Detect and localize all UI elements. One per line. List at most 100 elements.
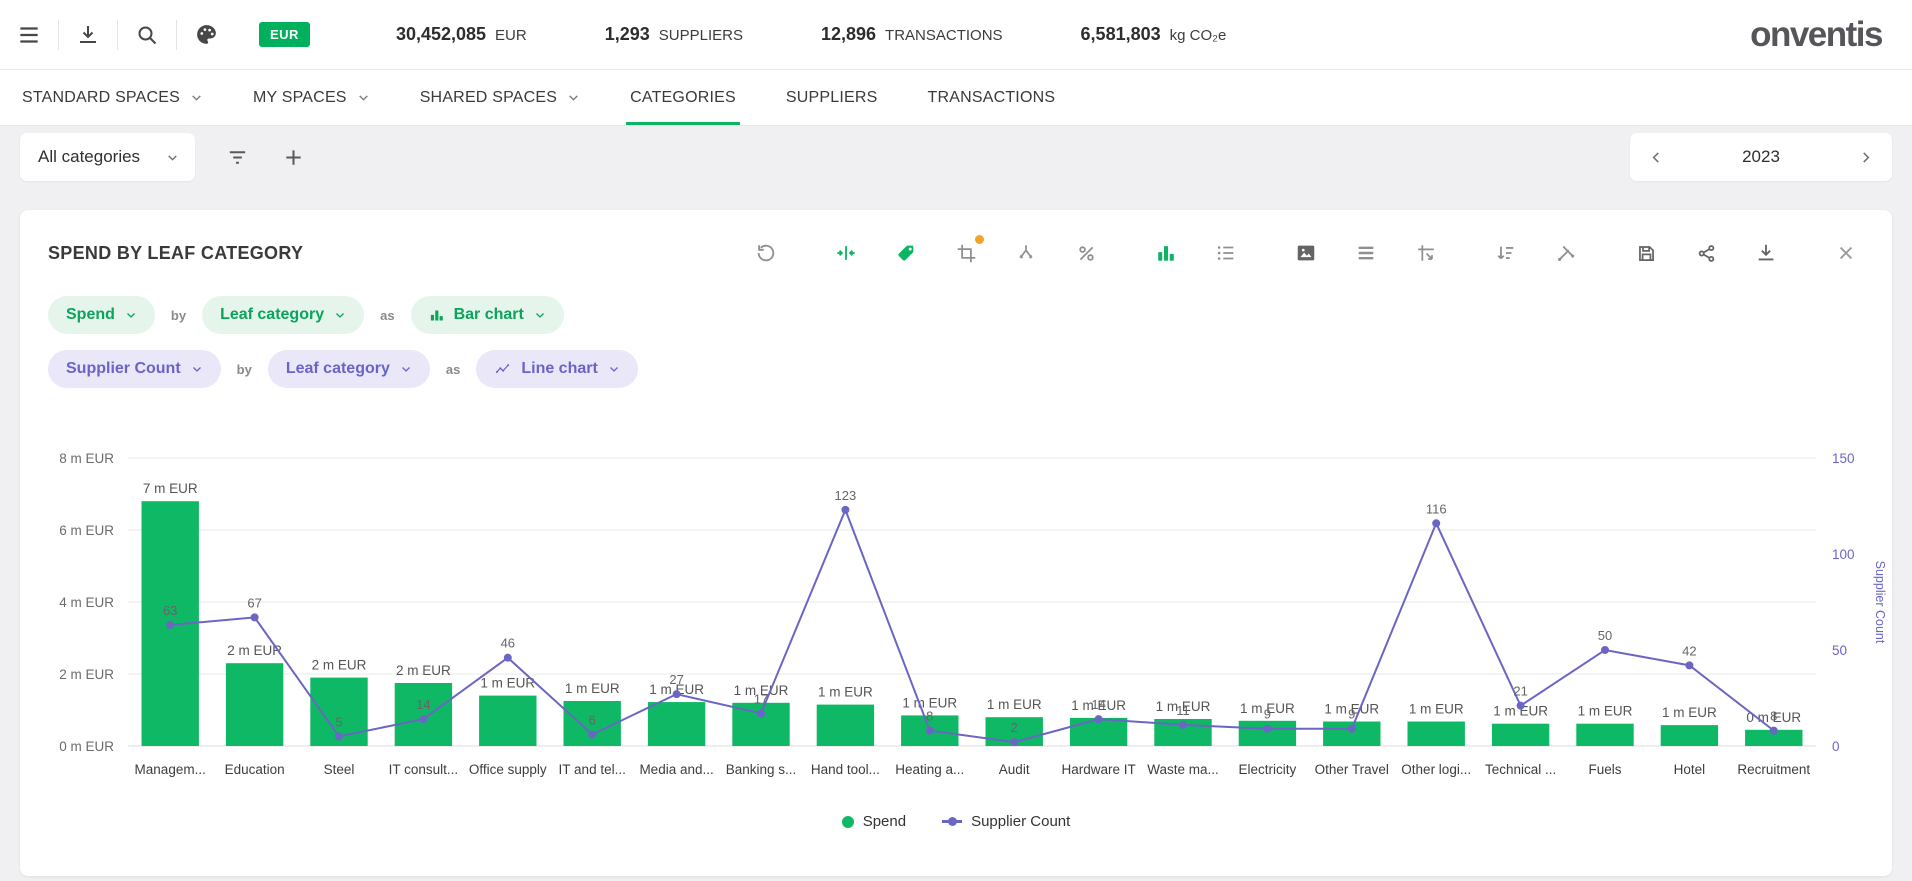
query-row-supplier-count: Supplier Count by Leaf category as Line … [48, 350, 1864, 388]
nav-my-spaces[interactable]: MY SPACES [251, 70, 372, 125]
chevron-down-icon [125, 309, 137, 321]
sort-button[interactable] [1488, 236, 1524, 270]
currency-badge[interactable]: EUR [259, 22, 310, 47]
viz-chip-bar-chart[interactable]: Bar chart [411, 296, 564, 334]
search-icon [135, 23, 159, 47]
chevron-down-icon [190, 91, 203, 104]
chip-label: Line chart [521, 360, 597, 378]
panel-header: SPEND BY LEAF CATEGORY [20, 210, 1892, 280]
nav-standard-spaces[interactable]: STANDARD SPACES [20, 70, 205, 125]
pivot-button[interactable] [1408, 236, 1444, 270]
year-value: 2023 [1742, 147, 1780, 167]
svg-text:Heating a...: Heating a... [895, 762, 964, 777]
connector-by: by [171, 308, 186, 323]
svg-text:Technical ...: Technical ... [1485, 762, 1556, 777]
dimension-chip-leaf-category-2[interactable]: Leaf category [268, 350, 430, 388]
tag-button[interactable] [888, 236, 924, 270]
search-button[interactable] [118, 14, 176, 56]
palette-icon [194, 22, 219, 47]
legend-item-spend[interactable]: Spend [842, 813, 906, 830]
connector-as: as [380, 308, 394, 323]
svg-text:Supplier Count: Supplier Count [1873, 561, 1886, 644]
nav-label: SUPPLIERS [786, 89, 878, 107]
dimension-chip-leaf-category[interactable]: Leaf category [202, 296, 364, 334]
nav-transactions[interactable]: TRANSACTIONS [925, 70, 1057, 125]
svg-text:1 m EUR: 1 m EUR [1578, 704, 1633, 719]
crop-icon [956, 243, 977, 264]
bar-chart-icon [1155, 242, 1177, 264]
nav-label: STANDARD SPACES [22, 89, 180, 107]
download-button[interactable] [59, 14, 117, 56]
svg-text:Steel: Steel [324, 762, 355, 777]
topbar: EUR 30,452,085 EUR 1,293 SUPPLIERS 12,89… [0, 0, 1912, 70]
svg-text:9: 9 [1264, 707, 1271, 722]
svg-text:IT and tel...: IT and tel... [559, 762, 626, 777]
compare-arrows-button[interactable] [828, 236, 864, 270]
viz-chip-line-chart[interactable]: Line chart [476, 350, 637, 388]
menu-icon [16, 22, 42, 48]
svg-text:14: 14 [416, 697, 430, 712]
pivot-icon [1415, 242, 1437, 264]
filter-button[interactable] [209, 133, 265, 181]
tools-button[interactable] [1548, 236, 1584, 270]
table-rows-button[interactable] [1348, 236, 1384, 270]
prev-year-button[interactable] [1638, 139, 1674, 175]
svg-text:11: 11 [1176, 703, 1190, 718]
legend-label: Spend [863, 813, 906, 830]
legend-item-supplier-count[interactable]: Supplier Count [942, 813, 1070, 830]
nav-shared-spaces[interactable]: SHARED SPACES [418, 70, 582, 125]
image-view-button[interactable] [1288, 236, 1324, 270]
svg-text:14: 14 [1091, 697, 1105, 712]
nav-label: TRANSACTIONS [927, 89, 1055, 107]
close-panel-button[interactable] [1828, 236, 1864, 270]
connector-by: by [237, 362, 252, 377]
stat-unit: EUR [495, 27, 527, 44]
svg-text:Media and...: Media and... [639, 762, 713, 777]
save-button[interactable] [1628, 236, 1664, 270]
stat-co2: 6,581,803 kg CO₂e [1081, 24, 1227, 45]
query-row-spend: Spend by Leaf category as Bar chart [48, 296, 1864, 334]
svg-text:Recruitment: Recruitment [1737, 762, 1810, 777]
stat-unit: kg CO₂e [1170, 27, 1227, 44]
svg-text:1 m EUR: 1 m EUR [1662, 705, 1717, 720]
nav-categories[interactable]: CATEGORIES [628, 70, 738, 125]
svg-text:27: 27 [669, 672, 683, 687]
svg-text:Banking s...: Banking s... [726, 762, 797, 777]
measure-chip-spend[interactable]: Spend [48, 296, 155, 334]
category-select[interactable]: All categories [20, 133, 195, 181]
line-chart-icon [494, 362, 511, 377]
reset-button[interactable] [748, 236, 784, 270]
svg-text:7 m EUR: 7 m EUR [143, 481, 198, 496]
main-nav: STANDARD SPACES MY SPACES SHARED SPACES … [0, 70, 1912, 126]
chip-label: Bar chart [454, 306, 524, 324]
svg-text:2: 2 [1011, 720, 1018, 735]
add-filter-button[interactable] [265, 133, 321, 181]
stat-unit: SUPPLIERS [659, 27, 743, 44]
crop-button[interactable] [948, 236, 984, 270]
percent-button[interactable] [1068, 236, 1104, 270]
share-button[interactable] [1688, 236, 1724, 270]
year-selector: 2023 [1630, 133, 1892, 181]
split-button[interactable] [1008, 236, 1044, 270]
stat-value: 12,896 [821, 24, 876, 45]
measure-chip-supplier-count[interactable]: Supplier Count [48, 350, 221, 388]
list-view-button[interactable] [1208, 236, 1244, 270]
chevron-left-icon [1648, 149, 1665, 166]
chevron-down-icon [191, 363, 203, 375]
svg-text:6 m EUR: 6 m EUR [59, 523, 114, 538]
chart-legend: Spend Supplier Count [20, 813, 1892, 830]
filter-icon [226, 146, 249, 169]
spend-by-leaf-category-chart[interactable]: 0 m EUR2 m EUR4 m EUR6 m EUR8 m EUR05010… [20, 388, 1892, 811]
bar-chart-view-button[interactable] [1148, 236, 1184, 270]
svg-text:Waste ma...: Waste ma... [1147, 762, 1219, 777]
table-rows-icon [1355, 242, 1377, 264]
connector-as: as [446, 362, 460, 377]
combo-chart-svg[interactable]: 0 m EUR2 m EUR4 m EUR6 m EUR8 m EUR05010… [26, 394, 1886, 806]
app-logo: onventis [1750, 15, 1882, 55]
nav-suppliers[interactable]: SUPPLIERS [784, 70, 880, 125]
next-year-button[interactable] [1848, 139, 1884, 175]
theme-button[interactable] [177, 14, 235, 56]
list-icon [1215, 242, 1237, 264]
menu-button[interactable] [0, 14, 58, 56]
export-button[interactable] [1748, 236, 1784, 270]
